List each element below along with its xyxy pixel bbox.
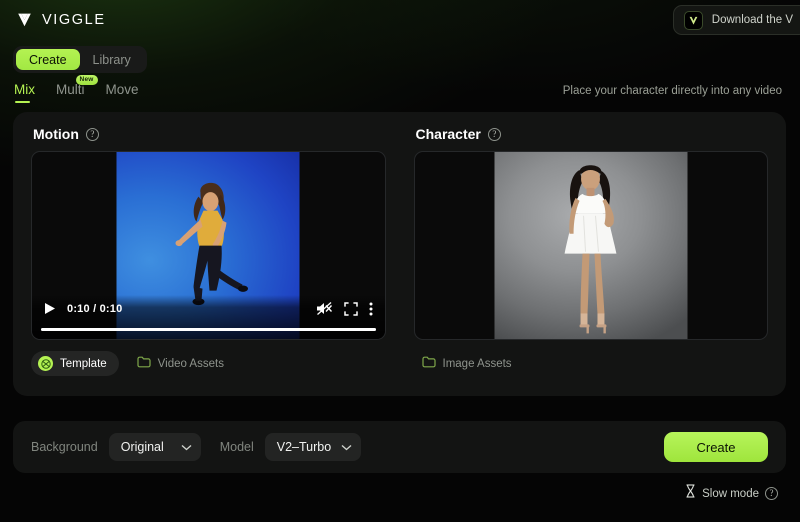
image-assets-label: Image Assets bbox=[442, 357, 512, 370]
settings-bar: Background Original Model V2–Turbo Creat… bbox=[13, 421, 786, 473]
motion-panel-header: Motion ? bbox=[31, 126, 386, 142]
character-asset-row: Image Assets bbox=[414, 351, 769, 376]
character-panel-header: Character ? bbox=[414, 126, 769, 142]
character-help-icon[interactable]: ? bbox=[487, 127, 501, 141]
video-progress-bar[interactable] bbox=[41, 328, 376, 331]
motion-panel: Motion ? 0:10 / 0:10 Template Video Asse… bbox=[31, 126, 386, 396]
background-value: Original bbox=[120, 440, 164, 454]
model-value: V2–Turbo bbox=[276, 440, 332, 454]
character-image-frame bbox=[494, 152, 688, 339]
tab-multi-new-badge: New bbox=[75, 75, 98, 86]
template-grid-icon bbox=[38, 356, 53, 371]
viggle-app-icon bbox=[683, 10, 703, 30]
slow-mode-help-icon[interactable]: ? bbox=[765, 487, 778, 500]
image-assets-button[interactable]: Image Assets bbox=[414, 351, 520, 376]
create-library-toggle: Create Library bbox=[13, 46, 147, 73]
character-image-preview[interactable] bbox=[413, 151, 768, 340]
video-controls-row: 0:10 / 0:10 bbox=[44, 301, 373, 316]
template-button[interactable]: Template bbox=[31, 351, 119, 376]
background-label: Background bbox=[31, 440, 98, 454]
download-app-label: Download the V bbox=[711, 14, 793, 26]
editor-panels: Motion ? 0:10 / 0:10 Template Video Asse… bbox=[13, 112, 786, 396]
chevron-down-icon bbox=[341, 438, 352, 456]
motion-panel-title: Motion bbox=[33, 126, 79, 142]
create-button[interactable]: Create bbox=[664, 432, 768, 462]
tab-move[interactable]: Move bbox=[106, 82, 139, 103]
tab-move-label: Move bbox=[105, 82, 139, 97]
tab-mix-label: Mix bbox=[14, 82, 35, 97]
video-progress-fill bbox=[41, 328, 376, 331]
viggle-v-logo-icon bbox=[14, 9, 35, 30]
character-panel-title: Character bbox=[415, 126, 481, 142]
video-assets-label: Video Assets bbox=[157, 357, 224, 370]
tab-multi[interactable]: Multi New bbox=[56, 75, 98, 103]
viggle-app-window: VIGGLE Download the V Create Library Mix… bbox=[0, 0, 800, 522]
download-app-button[interactable]: Download the V bbox=[672, 5, 800, 35]
tab-mix[interactable]: Mix bbox=[14, 82, 35, 103]
segment-create-button[interactable]: Create bbox=[16, 49, 80, 70]
slow-mode-label: Slow mode bbox=[702, 487, 759, 500]
brand-logo[interactable]: VIGGLE bbox=[14, 9, 106, 30]
chevron-down-icon bbox=[181, 438, 192, 456]
segment-library-button[interactable]: Library bbox=[80, 49, 144, 70]
video-controls-bar: 0:10 / 0:10 bbox=[32, 295, 385, 339]
hourglass-icon bbox=[685, 484, 696, 503]
character-figure bbox=[564, 164, 617, 334]
slow-mode-indicator[interactable]: Slow mode ? bbox=[685, 484, 778, 503]
background-select[interactable]: Original bbox=[108, 433, 201, 461]
motion-help-icon[interactable]: ? bbox=[85, 127, 99, 141]
model-label: Model bbox=[219, 440, 254, 454]
folder-icon bbox=[137, 355, 151, 373]
motion-asset-row: Template Video Assets bbox=[31, 351, 386, 376]
mode-tabs: Mix Multi New Move bbox=[14, 75, 139, 103]
volume-muted-icon[interactable] bbox=[316, 301, 333, 316]
video-timestamp: 0:10 / 0:10 bbox=[67, 302, 123, 315]
mode-tagline: Place your character directly into any v… bbox=[562, 85, 782, 97]
top-bar: VIGGLE Download the V bbox=[0, 0, 800, 42]
brand-name: VIGGLE bbox=[42, 11, 106, 28]
template-label: Template bbox=[60, 357, 107, 370]
character-panel: Character ? Image Assets bbox=[413, 126, 769, 396]
folder-icon bbox=[421, 355, 436, 373]
video-assets-button[interactable]: Video Assets bbox=[129, 351, 232, 376]
motion-video-preview[interactable]: 0:10 / 0:10 bbox=[31, 151, 386, 340]
fullscreen-icon[interactable] bbox=[343, 301, 358, 316]
play-icon[interactable] bbox=[44, 302, 56, 315]
editor-card: Motion ? 0:10 / 0:10 Template Video Asse… bbox=[13, 112, 786, 396]
model-select[interactable]: V2–Turbo bbox=[264, 433, 361, 461]
more-vertical-icon[interactable] bbox=[369, 302, 373, 316]
